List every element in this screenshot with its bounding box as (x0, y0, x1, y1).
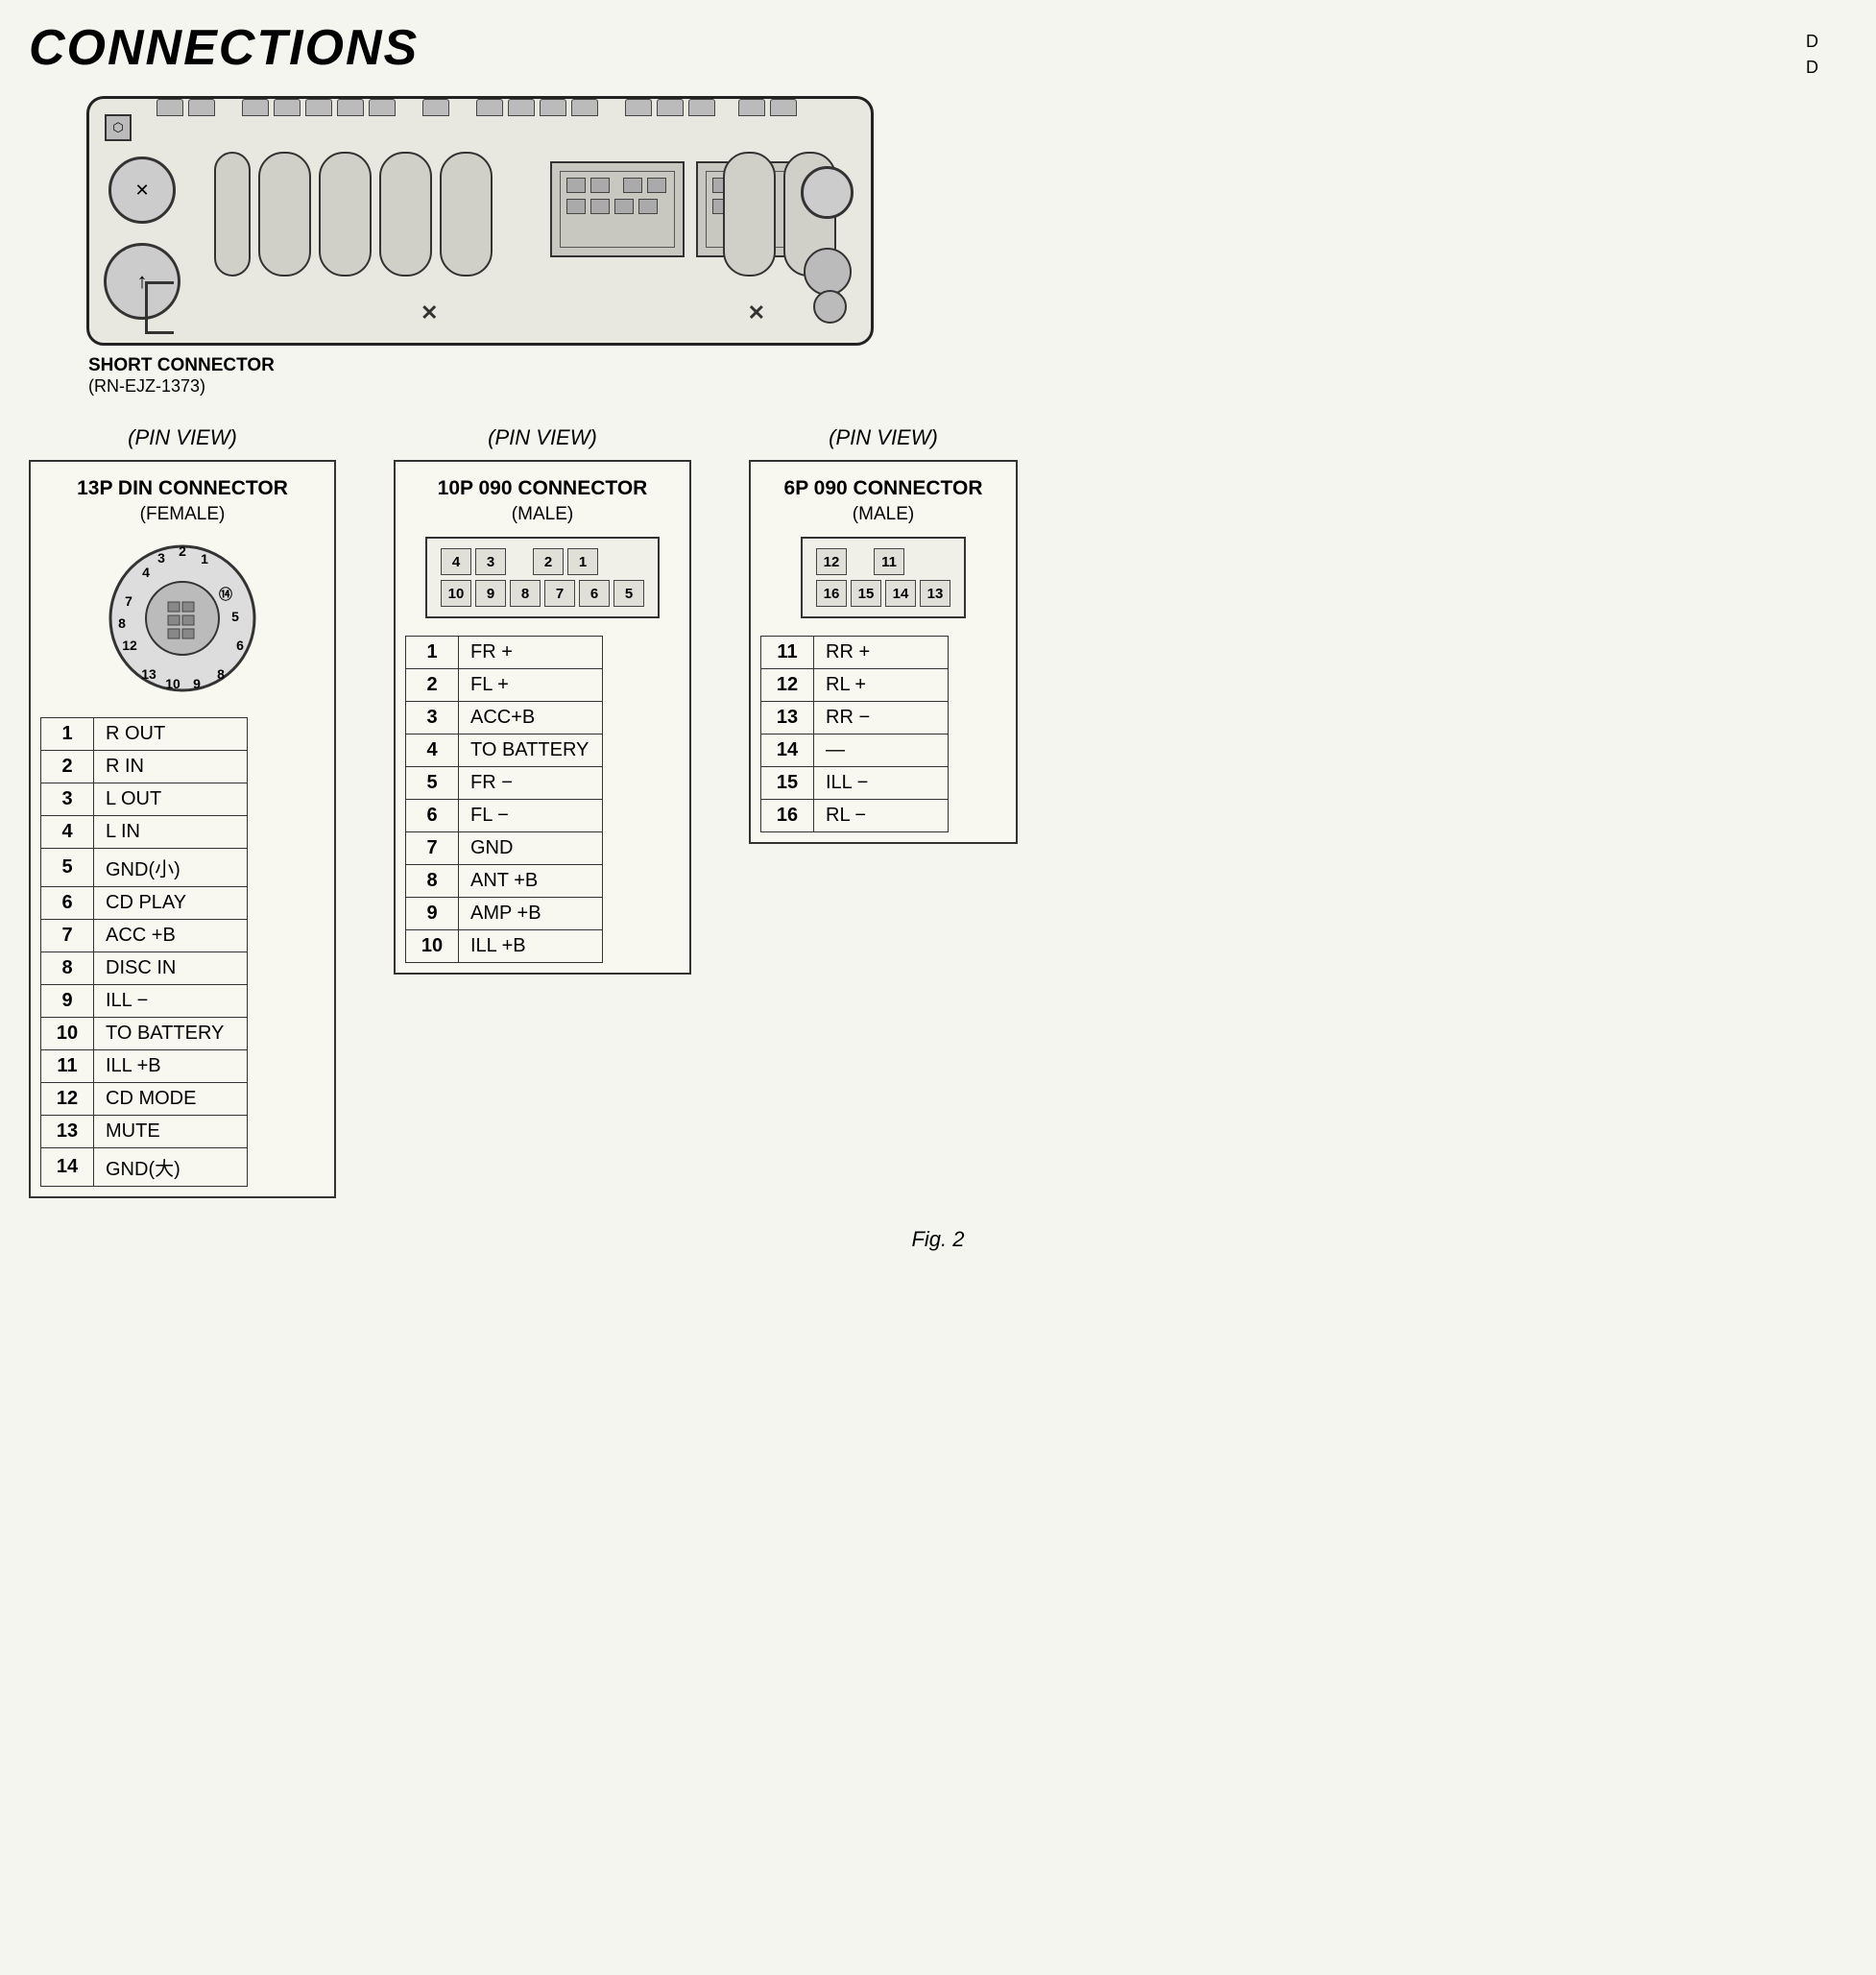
table-row: 10TO BATTERY (41, 1018, 248, 1050)
svg-text:9: 9 (193, 676, 201, 691)
table-row: 14— (761, 735, 949, 767)
svg-text:3: 3 (157, 550, 165, 566)
table-row: 11ILL +B (41, 1050, 248, 1083)
table-row: 7GND (406, 832, 603, 865)
table-row: 12RL + (761, 669, 949, 702)
table-row: 1FR + (406, 637, 603, 669)
svg-text:10: 10 (165, 676, 180, 691)
table-row: 16RL − (761, 800, 949, 832)
table-row: 4L IN (41, 816, 248, 849)
table-row: 2R IN (41, 751, 248, 783)
table-row: 3ACC+B (406, 702, 603, 735)
pin-view-label-13p: (PIN VIEW) (128, 425, 237, 450)
svg-text:12: 12 (122, 638, 137, 653)
knob-left-x: ✕ (108, 157, 176, 224)
svg-text:1: 1 (201, 551, 208, 566)
table-row: 5GND(小) (41, 849, 248, 887)
table-row: 15ILL − (761, 767, 949, 800)
pin-views-row: (PIN VIEW) 13P DIN CONNECTOR (FEMALE) (29, 425, 1847, 1198)
svg-text:8: 8 (217, 666, 225, 682)
table-row: 8DISC IN (41, 952, 248, 985)
svg-text:6: 6 (236, 638, 244, 653)
connector-title-10p: 10P 090 CONNECTOR (405, 477, 680, 500)
table-row: 4TO BATTERY (406, 735, 603, 767)
connector-subtitle-13p: (FEMALE) (40, 504, 325, 525)
bracket-top (145, 281, 174, 284)
corner-note: DD (1806, 29, 1818, 81)
svg-text:13: 13 (141, 666, 156, 682)
table-row: 9AMP +B (406, 898, 603, 930)
table-row: 11RR + (761, 637, 949, 669)
bracket-line (145, 281, 148, 334)
table-row: 10ILL +B (406, 930, 603, 963)
table-row: 8ANT +B (406, 865, 603, 898)
svg-text:7: 7 (125, 593, 132, 609)
pin-table-10p: 1FR +2FL +3ACC+B4TO BATTERY5FR −6FL −7GN… (405, 636, 603, 963)
table-row: 1R OUT (41, 718, 248, 751)
pin-table-13p: 1R OUT2R IN3L OUT4L IN5GND(小)6CD PLAY7AC… (40, 717, 248, 1187)
din-diagram-svg: 2 1 3 4 ⑭ 5 7 8 12 13 10 9 8 6 (101, 537, 264, 700)
table-row: 6CD PLAY (41, 887, 248, 920)
table-row: 6FL − (406, 800, 603, 832)
pin-view-label-10p: (PIN VIEW) (488, 425, 597, 450)
pin-view-6p: (PIN VIEW) 6P 090 CONNECTOR (MALE) 12 11 (749, 425, 1018, 844)
connector-subtitle-6p: (MALE) (760, 504, 1006, 525)
pin-view-label-6p: (PIN VIEW) (829, 425, 938, 450)
table-row: 13MUTE (41, 1116, 248, 1148)
svg-text:2: 2 (179, 543, 186, 559)
svg-text:4: 4 (142, 565, 150, 580)
x-mark-bottom-center: ✕ (421, 301, 438, 325)
table-row: 13RR − (761, 702, 949, 735)
svg-text:5: 5 (231, 609, 239, 624)
table-row: 5FR − (406, 767, 603, 800)
pin-view-13p: (PIN VIEW) 13P DIN CONNECTOR (FEMALE) (29, 425, 336, 1198)
pin-table-6p: 11RR +12RL +13RR −14—15ILL −16RL − (760, 636, 949, 832)
knob-right-bottom (804, 248, 852, 296)
table-row: 7ACC +B (41, 920, 248, 952)
svg-text:⑭: ⑭ (219, 587, 232, 602)
connector-subtitle-10p: (MALE) (405, 504, 680, 525)
table-row: 3L OUT (41, 783, 248, 816)
short-connector-label: SHORT CONNECTOR (RN-EJZ-1373) (88, 355, 1847, 397)
svg-text:8: 8 (118, 615, 126, 631)
fig-label: Fig. 2 (29, 1227, 1847, 1252)
device-diagram: ⬡ ✕ ↑ ✕ (86, 96, 874, 346)
10p-diagram: 4 3 2 1 10 9 8 7 6 5 (425, 537, 660, 618)
knob-right-top (801, 166, 854, 219)
connector-title-13p: 13P DIN CONNECTOR (40, 477, 325, 500)
table-row: 14GND(大) (41, 1148, 248, 1187)
table-row: 9ILL − (41, 985, 248, 1018)
slots-group-1 (214, 152, 493, 277)
x-mark-right: ✕ (748, 301, 765, 325)
page-title: CONNECTIONS (29, 19, 1847, 77)
pin-view-10p: (PIN VIEW) 10P 090 CONNECTOR (MALE) 4 3 … (394, 425, 691, 975)
table-row: 12CD MODE (41, 1083, 248, 1116)
6p-diagram: 12 11 16 15 14 13 (801, 537, 966, 618)
table-row: 2FL + (406, 669, 603, 702)
hex-bolt-tl: ⬡ (105, 114, 132, 141)
connector-title-6p: 6P 090 CONNECTOR (760, 477, 1006, 500)
knob-bottom-right (813, 290, 847, 324)
bracket-bottom (145, 331, 174, 334)
